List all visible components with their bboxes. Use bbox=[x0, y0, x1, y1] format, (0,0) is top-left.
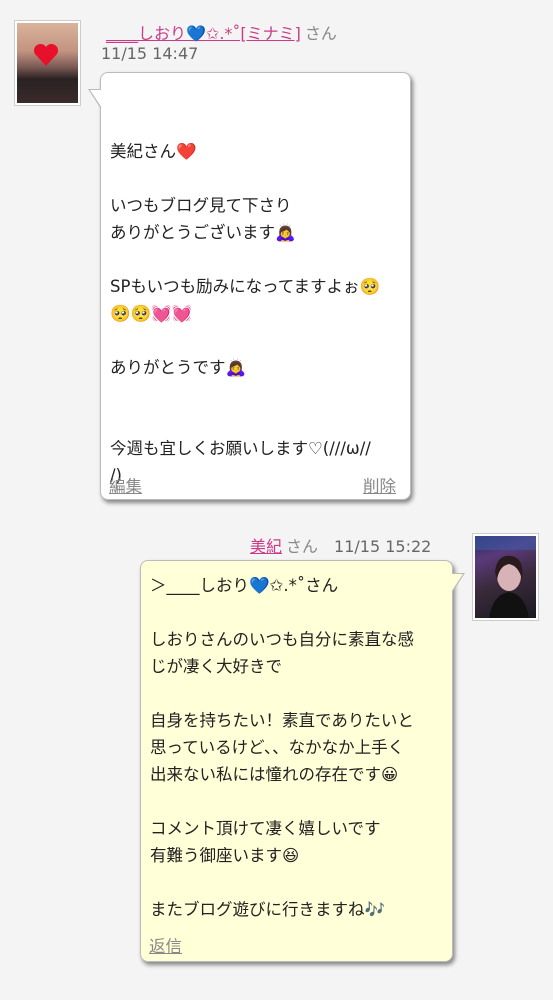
message-line: ありがとうです🙇‍♀️ bbox=[110, 358, 247, 377]
avatar-miki[interactable] bbox=[472, 533, 539, 621]
message-line: 今週も宜しくお願いします♡(///ω// bbox=[110, 439, 371, 458]
message-line: 美紀さん❤️ bbox=[110, 142, 197, 161]
post1-timestamp-wrap: 11/15 14:47 bbox=[101, 44, 198, 63]
message-line bbox=[110, 408, 380, 435]
post2-message: ＞____しおり💙✩.*˚さん しおりさんのいつも自分に素直な感 じが凄く大好きで… bbox=[150, 572, 414, 923]
message-line: /) bbox=[110, 466, 122, 485]
reply-link[interactable]: 返信 bbox=[149, 933, 182, 957]
message-line: ＞____しおり💙✩.*˚さん bbox=[150, 576, 339, 595]
post1-author-link[interactable]: ____しおり💙✩.*˚[ミナミ] bbox=[106, 24, 301, 43]
heart-icon bbox=[33, 43, 59, 66]
message-line: 🥺🥺💓💓 bbox=[110, 304, 193, 323]
post1-timestamp: 11/15 14:47 bbox=[101, 44, 199, 63]
post1-honorific: さん bbox=[304, 24, 337, 43]
avatar-photo bbox=[17, 23, 78, 103]
message-line: またブログ遊びに行きますね🎶 bbox=[150, 900, 386, 919]
avatar-shiori[interactable] bbox=[14, 20, 81, 106]
message-line: じが凄く大好きで bbox=[150, 657, 282, 676]
message-line: SPもいつも励みになってますよぉ🥺 bbox=[110, 277, 380, 296]
message-line bbox=[110, 111, 380, 138]
post1-message: 美紀さん❤️ いつもブログ見て下さり ありがとうございます🙇‍♀️ SPもいつも励… bbox=[110, 111, 380, 489]
message-line: しおりさんのいつも自分に素直な感 bbox=[150, 630, 414, 649]
message-line: 出来ない私には憧れの存在です😀 bbox=[150, 765, 399, 784]
message-line bbox=[110, 327, 380, 354]
message-line: 自身を持ちたい！素直でありたいと bbox=[150, 711, 414, 730]
message-line bbox=[150, 680, 414, 707]
post1-bubble: 美紀さん❤️ いつもブログ見て下さり ありがとうございます🙇‍♀️ SPもいつも励… bbox=[88, 72, 411, 500]
message-line bbox=[110, 165, 380, 192]
message-line: ありがとうございます🙇‍♀️ bbox=[110, 223, 296, 242]
message-line bbox=[150, 869, 414, 896]
message-line: いつもブログ見て下さり bbox=[110, 196, 292, 215]
message-line bbox=[110, 246, 380, 273]
message-line: コメント頂けて凄く嬉しいです bbox=[150, 819, 381, 838]
message-line bbox=[110, 381, 380, 408]
message-line bbox=[150, 788, 414, 815]
delete-link[interactable]: 削除 bbox=[363, 473, 396, 497]
bubble-tail-inner bbox=[451, 574, 463, 592]
edit-link[interactable]: 編集 bbox=[109, 473, 142, 497]
message-line: 思っているけど、、なかなか上手く bbox=[150, 738, 405, 757]
message-line bbox=[150, 599, 414, 626]
post2-bubble: ＞____しおり💙✩.*˚さん しおりさんのいつも自分に素直な感 じが凄く大好きで… bbox=[140, 560, 465, 962]
post2-timestamp: 11/15 15:22 bbox=[334, 537, 432, 556]
message-line: 有難う御座います😆 bbox=[150, 846, 300, 865]
post2-honorific: さん bbox=[286, 537, 319, 556]
bubble-tail-inner bbox=[90, 90, 102, 108]
post2-author-link[interactable]: 美紀 bbox=[250, 537, 282, 556]
post1-header: ____しおり💙✩.*˚[ミナミ] さん bbox=[106, 20, 337, 44]
avatar-photo bbox=[475, 536, 536, 618]
portrait-graphic bbox=[475, 536, 536, 618]
post2-header: 美紀 さん 11/15 15:22 bbox=[250, 533, 431, 557]
